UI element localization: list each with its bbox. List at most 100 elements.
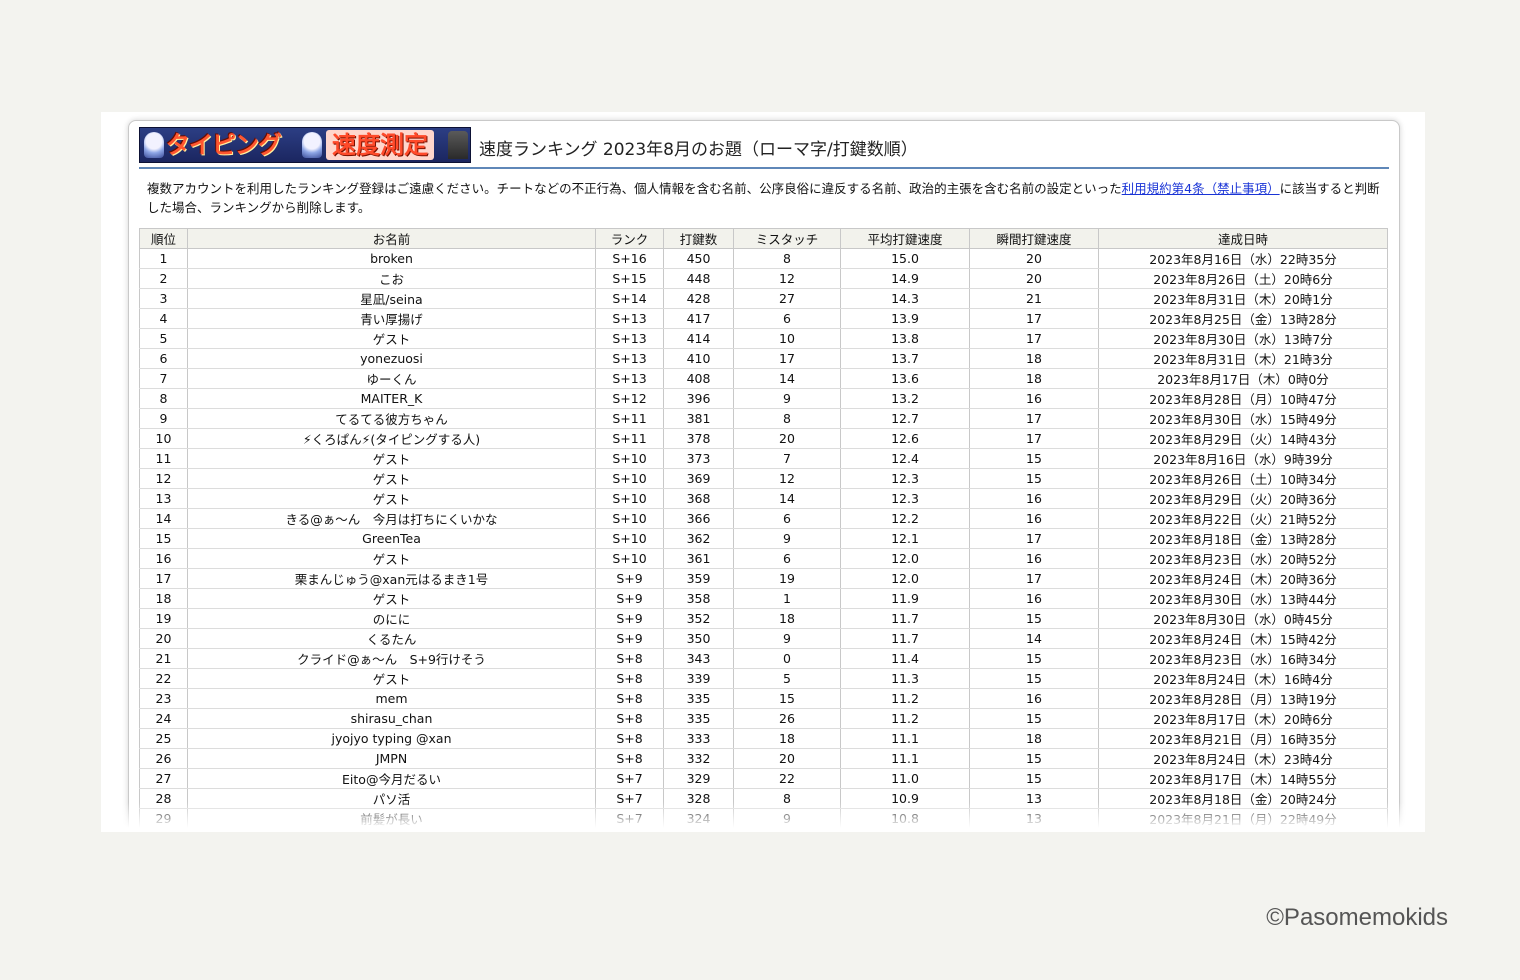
name-cell: ゲスト <box>187 448 596 469</box>
name-cell: jyojyo typing @xan <box>187 728 596 749</box>
avg-speed-cell: 11.9 <box>840 588 970 609</box>
avg-speed-cell: 11.7 <box>840 628 970 649</box>
table-row: 27 Eito@今月だるい S+7 329 22 11.0 15 2023年8月17日（木）1… <box>139 768 1388 789</box>
misstouch-cell: 12 <box>733 268 841 289</box>
copyright-text: ©Pasomemokids <box>1266 904 1448 931</box>
achieved-at-cell: 2023年8月24日（木）23時4分 <box>1098 748 1388 769</box>
misstouch-cell: 8 <box>733 788 841 809</box>
keystrokes-cell: 448 <box>663 268 734 289</box>
rank-number-cell: 24 <box>139 708 188 729</box>
rank-cell: S+11 <box>595 428 664 449</box>
rank-cell: S+13 <box>595 368 664 389</box>
rank-number-cell: 25 <box>139 728 188 749</box>
rank-cell: S+14 <box>595 288 664 309</box>
achieved-at-cell: 2023年8月30日（水）10時40分 <box>1098 828 1388 832</box>
rank-cell: S+10 <box>595 548 664 569</box>
achieved-at-cell: 2023年8月26日（土）10時34分 <box>1098 468 1388 489</box>
table-row: 3 星凪/seina S+14 428 27 14.3 21 2023年8月31日（木）20時… <box>139 288 1388 309</box>
table-row: 20 くるたん S+9 350 9 11.7 14 2023年8月24日（木）15時42分 <box>139 628 1388 649</box>
rank-cell: S+12 <box>595 388 664 409</box>
peak-speed-cell: 13 <box>969 788 1099 809</box>
column-header-name: お名前 <box>187 228 596 249</box>
table-row: 6 yonezuosi S+13 410 17 13.7 18 2023年8月31日（木）21… <box>139 348 1388 369</box>
table-row: 30RebasuS+73231010.8142023年8月30日（水）10時40… <box>139 828 1388 832</box>
ranking-table: 順位 お名前 ランク 打鍵数 ミスタッチ 平均打鍵速度 瞬間打鍵速度 達成日時 … <box>139 228 1388 832</box>
avg-speed-cell: 12.7 <box>840 408 970 429</box>
peak-speed-cell: 16 <box>969 388 1099 409</box>
table-row: 21 クライド@ぁ〜ん S+9行けそう S+8 343 0 11.4 15 2023年8月23… <box>139 648 1388 669</box>
terms-link[interactable]: 利用規約第4条（禁止事項） <box>1122 181 1280 196</box>
keystrokes-cell: 378 <box>663 428 734 449</box>
keystrokes-cell: 368 <box>663 488 734 509</box>
rank-number-cell: 4 <box>139 308 188 329</box>
peak-speed-cell: 20 <box>969 248 1099 269</box>
keystrokes-cell: 335 <box>663 688 734 709</box>
peak-speed-cell: 16 <box>969 508 1099 529</box>
name-cell: ゲスト <box>187 588 596 609</box>
table-row: 14 きる@ぁ〜ん 今月は打ちにくいかな S+10 366 6 12.2 16 2023年8月… <box>139 508 1388 529</box>
avg-speed-cell: 11.3 <box>840 668 970 689</box>
rank-cell: S+8 <box>595 648 664 669</box>
misstouch-cell: 6 <box>733 508 841 529</box>
name-cell: ゲスト <box>187 488 596 509</box>
peak-speed-cell: 15 <box>969 768 1099 789</box>
misstouch-cell: 18 <box>733 608 841 629</box>
keystrokes-cell: 333 <box>663 728 734 749</box>
avg-speed-cell: 12.0 <box>840 568 970 589</box>
ghost-icon <box>144 132 164 158</box>
misstouch-cell: 8 <box>733 408 841 429</box>
rank-cell: S+8 <box>595 708 664 729</box>
rank-number-cell: 18 <box>139 588 188 609</box>
rank-cell: S+9 <box>595 588 664 609</box>
peak-speed-cell: 16 <box>969 488 1099 509</box>
avg-speed-cell: 13.8 <box>840 328 970 349</box>
peak-speed-cell: 18 <box>969 368 1099 389</box>
achieved-at-cell: 2023年8月30日（水）0時45分 <box>1098 608 1388 629</box>
rank-cell: S+7 <box>595 828 664 832</box>
name-cell: ゲスト <box>187 548 596 569</box>
misstouch-cell: 20 <box>733 428 841 449</box>
peak-speed-cell: 13 <box>969 808 1099 829</box>
rank-number-cell: 28 <box>139 788 188 809</box>
misstouch-cell: 9 <box>733 628 841 649</box>
peak-speed-cell: 16 <box>969 548 1099 569</box>
registration-notice: 複数アカウントを利用したランキング登録はご遠慮ください。チートなどの不正行為、個… <box>147 179 1387 217</box>
ranking-panel: タイピング 速度測定 速度ランキング 2023年8月のお題（ローマ字/打鍵数順）… <box>128 120 1400 832</box>
rank-cell: S+7 <box>595 788 664 809</box>
name-cell: ゲスト <box>187 668 596 689</box>
column-header-avg-speed: 平均打鍵速度 <box>840 228 970 249</box>
name-cell: 前髪が長い <box>187 808 596 829</box>
achieved-at-cell: 2023年8月24日（木）15時42分 <box>1098 628 1388 649</box>
keystrokes-cell: 373 <box>663 448 734 469</box>
table-row: 10 ⚡くろぱん⚡(タイピングする人) S+11 378 20 12.6 17 2023年8月… <box>139 428 1388 449</box>
column-header-rank-number: 順位 <box>139 228 188 249</box>
keystrokes-cell: 329 <box>663 768 734 789</box>
rank-number-cell: 2 <box>139 268 188 289</box>
rank-number-cell: 7 <box>139 368 188 389</box>
table-row: 11 ゲスト S+10 373 7 12.4 15 2023年8月16日（水）9時39分 <box>139 448 1388 469</box>
typing-speed-logo[interactable]: タイピング 速度測定 <box>139 127 471 163</box>
avg-speed-cell: 11.2 <box>840 688 970 709</box>
rank-cell: S+10 <box>595 448 664 469</box>
name-cell: Eito@今月だるい <box>187 768 596 789</box>
achieved-at-cell: 2023年8月31日（木）21時3分 <box>1098 348 1388 369</box>
name-cell: 星凪/seina <box>187 288 596 309</box>
keystrokes-cell: 450 <box>663 248 734 269</box>
rank-cell: S+11 <box>595 408 664 429</box>
misstouch-cell: 14 <box>733 368 841 389</box>
peak-speed-cell: 16 <box>969 688 1099 709</box>
keystrokes-cell: 328 <box>663 788 734 809</box>
achieved-at-cell: 2023年8月16日（水）22時35分 <box>1098 248 1388 269</box>
table-row: 5 ゲスト S+13 414 10 13.8 17 2023年8月30日（水）13時7分 <box>139 328 1388 349</box>
achieved-at-cell: 2023年8月25日（金）13時28分 <box>1098 308 1388 329</box>
misstouch-cell: 12 <box>733 468 841 489</box>
name-cell: yonezuosi <box>187 348 596 369</box>
avg-speed-cell: 12.3 <box>840 488 970 509</box>
rank-number-cell: 21 <box>139 648 188 669</box>
table-row: 23 mem S+8 335 15 11.2 16 2023年8月28日（月）13時19分 <box>139 688 1388 709</box>
keystrokes-cell: 359 <box>663 568 734 589</box>
rank-cell: S+13 <box>595 328 664 349</box>
achieved-at-cell: 2023年8月30日（水）15時49分 <box>1098 408 1388 429</box>
misstouch-cell: 14 <box>733 488 841 509</box>
keystrokes-cell: 428 <box>663 288 734 309</box>
